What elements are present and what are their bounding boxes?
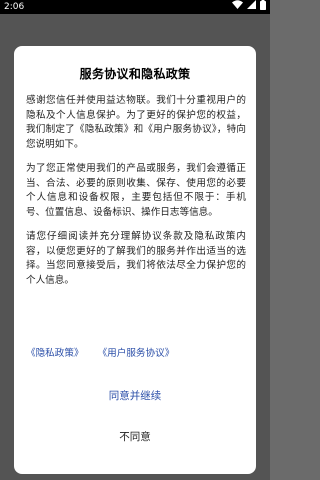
wifi-icon (232, 0, 243, 14)
dialog-body: 感谢您信任并使用益达物联。我们十分重视用户的隐私及个人信息保护。为了更好的保护您… (26, 94, 246, 298)
status-bar: 2:06 (0, 0, 270, 14)
privacy-policy-link[interactable]: 《隐私政策》 (26, 345, 84, 359)
dialog-title: 服务协议和隐私政策 (79, 67, 191, 81)
consent-paragraph: 请您仔细阅读并充分理解协议条款及隐私政策内容，以便您更好的了解我们的服务并作出适… (26, 231, 246, 286)
privacy-dialog: 服务协议和隐私政策 感谢您信任并使用益达物联。我们十分重视用户的隐私及个人信息保… (14, 46, 256, 474)
signal-icon (247, 0, 256, 14)
battery-icon (260, 0, 266, 15)
policy-links: 《隐私政策》 《用户服务协议》 (26, 345, 174, 359)
data-collection-paragraph: 为了您正常使用我们的产品或服务，我们会遵循正当、合法、必要的原则收集、保存、使用… (26, 163, 246, 218)
intro-paragraph: 感谢您信任并使用益达物联。我们十分重视用户的隐私及个人信息保护。为了更好的保护您… (26, 95, 246, 150)
agree-button[interactable]: 同意并继续 (14, 388, 256, 403)
disagree-button[interactable]: 不同意 (14, 429, 256, 444)
user-agreement-link[interactable]: 《用户服务协议》 (98, 345, 175, 359)
status-icons (232, 0, 266, 15)
status-time: 2:06 (4, 2, 25, 12)
